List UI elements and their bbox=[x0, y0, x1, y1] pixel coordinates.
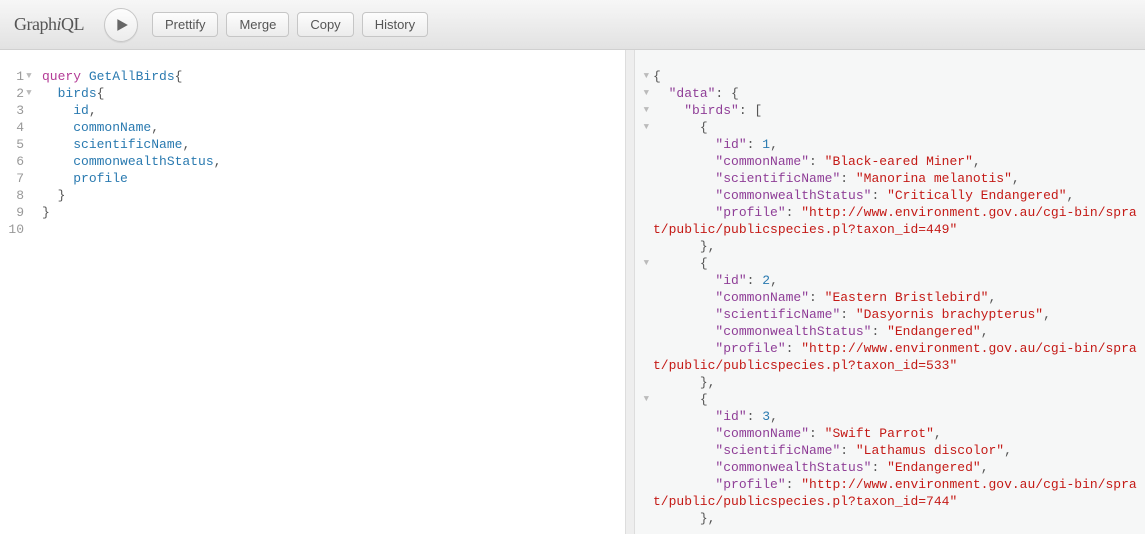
result-line: { bbox=[653, 119, 1145, 136]
execute-button[interactable] bbox=[104, 8, 138, 42]
code-line: scientificName, bbox=[42, 136, 625, 153]
toolbar: GraphiQL Prettify Merge Copy History bbox=[0, 0, 1145, 50]
line-number: 3 bbox=[0, 102, 24, 119]
result-line: { bbox=[653, 68, 1145, 85]
result-viewer: { "data": { "birds": [ { "id": 1, "commo… bbox=[649, 68, 1145, 534]
result-fold-gutter bbox=[635, 289, 649, 306]
result-line: "scientificName": "Lathamus discolor", bbox=[653, 442, 1145, 459]
result-line: "id": 2, bbox=[653, 272, 1145, 289]
result-line: "profile": "http://www.environment.gov.a… bbox=[653, 476, 1145, 510]
code-line: } bbox=[42, 204, 625, 221]
line-number: 1▼ bbox=[0, 68, 24, 85]
code-line: } bbox=[42, 187, 625, 204]
result-line: "commonName": "Eastern Bristlebird", bbox=[653, 289, 1145, 306]
result-fold-gutter bbox=[635, 238, 649, 255]
prettify-button[interactable]: Prettify bbox=[152, 12, 218, 37]
fold-icon[interactable]: ▼ bbox=[635, 68, 649, 85]
result-line: "data": { bbox=[653, 85, 1145, 102]
fold-icon[interactable]: ▼ bbox=[635, 255, 649, 272]
result-fold-gutter bbox=[635, 323, 649, 340]
query-editor[interactable]: query GetAllBirds{ birds{ id, commonName… bbox=[30, 68, 625, 534]
result-line: "scientificName": "Manorina melanotis", bbox=[653, 170, 1145, 187]
line-number: 4 bbox=[0, 119, 24, 136]
copy-button[interactable]: Copy bbox=[297, 12, 353, 37]
editor-gutter: 1▼2▼345678910 bbox=[0, 68, 30, 534]
line-number: 5 bbox=[0, 136, 24, 153]
result-pane: ▼▼▼▼▼▼ { "data": { "birds": [ { "id": 1,… bbox=[635, 50, 1145, 534]
code-line bbox=[42, 221, 625, 238]
result-fold-gutter bbox=[635, 357, 649, 374]
result-line: "scientificName": "Dasyornis brachypteru… bbox=[653, 306, 1145, 323]
result-line: { bbox=[653, 391, 1145, 408]
result-gutter: ▼▼▼▼▼▼ bbox=[635, 68, 649, 534]
result-fold-gutter bbox=[635, 425, 649, 442]
result-line: "profile": "http://www.environment.gov.a… bbox=[653, 204, 1145, 238]
result-fold-gutter bbox=[635, 170, 649, 187]
result-fold-gutter bbox=[635, 136, 649, 153]
code-line: commonwealthStatus, bbox=[42, 153, 625, 170]
fold-icon[interactable]: ▼ bbox=[24, 85, 34, 102]
line-number: 9 bbox=[0, 204, 24, 221]
result-line: "commonwealthStatus": "Critically Endang… bbox=[653, 187, 1145, 204]
pane-splitter[interactable] bbox=[625, 50, 635, 534]
result-line: "id": 1, bbox=[653, 136, 1145, 153]
result-line: }, bbox=[653, 238, 1145, 255]
result-line: "id": 3, bbox=[653, 408, 1145, 425]
query-editor-pane: 1▼2▼345678910 query GetAllBirds{ birds{ … bbox=[0, 50, 625, 534]
result-fold-gutter bbox=[635, 340, 649, 357]
result-fold-gutter bbox=[635, 221, 649, 238]
code-line: birds{ bbox=[42, 85, 625, 102]
result-fold-gutter bbox=[635, 306, 649, 323]
fold-icon[interactable]: ▼ bbox=[635, 85, 649, 102]
fold-icon[interactable]: ▼ bbox=[635, 102, 649, 119]
line-number: 6 bbox=[0, 153, 24, 170]
code-line: commonName, bbox=[42, 119, 625, 136]
result-line: "commonName": "Black-eared Miner", bbox=[653, 153, 1145, 170]
result-fold-gutter bbox=[635, 442, 649, 459]
result-fold-gutter bbox=[635, 153, 649, 170]
app-logo: GraphiQL bbox=[8, 14, 90, 35]
play-icon bbox=[115, 18, 129, 32]
main-area: 1▼2▼345678910 query GetAllBirds{ birds{ … bbox=[0, 50, 1145, 534]
result-line: }, bbox=[653, 510, 1145, 527]
result-fold-gutter bbox=[635, 459, 649, 476]
result-fold-gutter bbox=[635, 408, 649, 425]
result-fold-gutter bbox=[635, 272, 649, 289]
code-line: id, bbox=[42, 102, 625, 119]
fold-icon[interactable]: ▼ bbox=[635, 119, 649, 136]
result-line: "profile": "http://www.environment.gov.a… bbox=[653, 340, 1145, 374]
merge-button[interactable]: Merge bbox=[226, 12, 289, 37]
result-line: "birds": [ bbox=[653, 102, 1145, 119]
result-line: { bbox=[653, 255, 1145, 272]
code-line: query GetAllBirds{ bbox=[42, 68, 625, 85]
line-number: 8 bbox=[0, 187, 24, 204]
result-line: "commonwealthStatus": "Endangered", bbox=[653, 459, 1145, 476]
fold-icon[interactable]: ▼ bbox=[24, 68, 34, 85]
fold-icon[interactable]: ▼ bbox=[635, 391, 649, 408]
result-fold-gutter bbox=[635, 374, 649, 391]
result-line: }, bbox=[653, 374, 1145, 391]
line-number: 2▼ bbox=[0, 85, 24, 102]
result-line: "commonwealthStatus": "Endangered", bbox=[653, 323, 1145, 340]
result-line: "commonName": "Swift Parrot", bbox=[653, 425, 1145, 442]
result-fold-gutter bbox=[635, 187, 649, 204]
result-fold-gutter bbox=[635, 204, 649, 221]
history-button[interactable]: History bbox=[362, 12, 428, 37]
line-number: 10 bbox=[0, 221, 24, 238]
line-number: 7 bbox=[0, 170, 24, 187]
code-line: profile bbox=[42, 170, 625, 187]
